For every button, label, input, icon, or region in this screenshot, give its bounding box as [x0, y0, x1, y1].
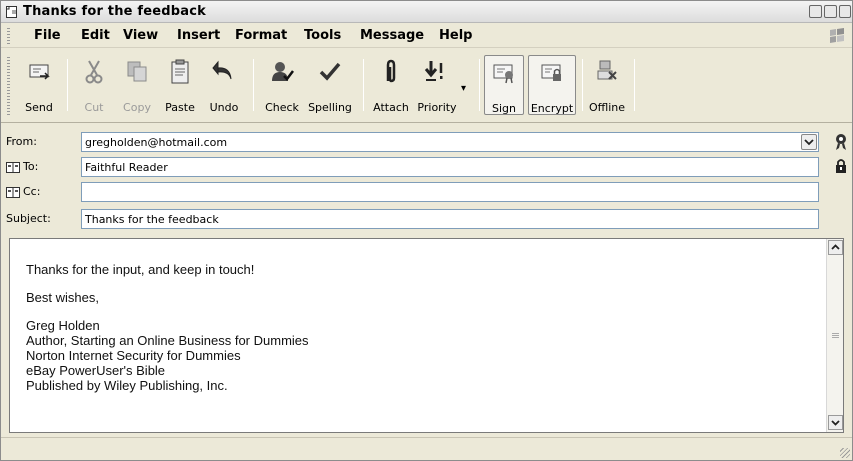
menu-tools[interactable]: Tools: [304, 28, 341, 43]
sign-certificate-icon: [485, 60, 523, 96]
paste-button[interactable]: Paste: [161, 55, 199, 115]
window-title: Thanks for the feedback: [23, 4, 207, 19]
chevron-up-icon: [831, 244, 840, 250]
chevron-down-icon: [804, 139, 814, 146]
body-line: eBay PowerUser's Bible: [26, 363, 166, 378]
maximize-button[interactable]: [824, 5, 837, 18]
resize-grip[interactable]: [840, 448, 850, 458]
menu-insert[interactable]: Insert: [177, 28, 220, 43]
to-row: To: Faithful Reader: [1, 156, 852, 178]
undo-arrow-icon: [205, 59, 243, 95]
offline-button[interactable]: Offline: [586, 55, 628, 115]
menu-view[interactable]: View: [123, 28, 158, 43]
from-label: From:: [6, 135, 37, 148]
close-button[interactable]: [839, 5, 851, 18]
toolbar-separator: [363, 59, 364, 111]
vertical-scrollbar[interactable]: [826, 239, 843, 432]
cc-label-wrap: Cc:: [6, 185, 40, 198]
status-bar: [1, 437, 852, 460]
check-button[interactable]: Check: [261, 55, 303, 115]
scroll-up-button[interactable]: [828, 240, 843, 255]
toolbar-separator: [634, 59, 635, 111]
subject-row: Subject: Thanks for the feedback: [1, 208, 852, 230]
send-icon: [19, 59, 59, 95]
body-line: Best wishes,: [26, 290, 99, 305]
undo-button[interactable]: Undo: [205, 55, 243, 115]
offline-icon: [586, 59, 628, 95]
toolbar-separator: [582, 59, 583, 111]
check-names-icon: [261, 59, 303, 95]
toolbar: Send Cut Copy Paste Undo Check Spelling …: [1, 49, 852, 123]
paperclip-icon: [369, 59, 413, 95]
checkmark-icon: [306, 59, 354, 95]
menu-file[interactable]: File: [34, 28, 61, 43]
menu-help[interactable]: Help: [439, 28, 472, 43]
from-row: From: gregholden@hotmail.com: [1, 131, 852, 153]
to-label[interactable]: To:: [23, 160, 38, 173]
clipboard-icon: [161, 59, 199, 95]
menu-bar: File Edit View Insert Format Tools Messa…: [1, 24, 852, 48]
windows-logo-icon: [826, 26, 848, 46]
body-line: Author, Starting an Online Business for …: [26, 333, 309, 348]
toolbar-separator: [67, 59, 68, 111]
message-icon: [5, 5, 19, 19]
body-line: Greg Holden: [26, 318, 100, 333]
priority-arrow-icon: [414, 59, 460, 95]
scrollbar-grip[interactable]: [832, 333, 839, 338]
message-body-text[interactable]: Thanks for the input, and keep in touch!…: [26, 262, 309, 393]
attach-button[interactable]: Attach: [369, 55, 413, 115]
cc-label[interactable]: Cc:: [23, 185, 40, 198]
compose-window: Thanks for the feedback File Edit View I…: [0, 0, 853, 461]
address-book-icon: [6, 186, 20, 198]
encrypt-button[interactable]: Encrypt: [528, 55, 576, 115]
minimize-button[interactable]: [809, 5, 822, 18]
toolbar-separator: [479, 59, 480, 111]
menu-message[interactable]: Message: [360, 28, 424, 43]
lock-icon[interactable]: [835, 158, 851, 174]
body-line: Thanks for the input, and keep in touch!: [26, 262, 255, 277]
subject-field[interactable]: Thanks for the feedback: [81, 209, 819, 229]
menu-format[interactable]: Format: [235, 28, 287, 43]
encrypt-lock-icon: [529, 60, 575, 96]
from-value: gregholden@hotmail.com: [85, 136, 228, 149]
to-value: Faithful Reader: [85, 161, 168, 174]
body-line: Published by Wiley Publishing, Inc.: [26, 378, 228, 393]
scroll-down-button[interactable]: [828, 415, 843, 430]
address-book-icon: [6, 161, 20, 173]
to-field[interactable]: Faithful Reader: [81, 157, 819, 177]
spelling-button[interactable]: Spelling: [306, 55, 354, 115]
menu-edit[interactable]: Edit: [81, 28, 110, 43]
copy-button[interactable]: Copy: [118, 55, 156, 115]
sign-button[interactable]: Sign: [484, 55, 524, 115]
dropdown-button[interactable]: [801, 134, 817, 150]
cut-button[interactable]: Cut: [76, 55, 112, 115]
message-body-editor[interactable]: Thanks for the input, and keep in touch!…: [9, 238, 844, 433]
subject-label: Subject:: [6, 212, 51, 225]
cc-row: Cc:: [1, 181, 852, 203]
from-select[interactable]: gregholden@hotmail.com: [81, 132, 819, 152]
toolbar-grip[interactable]: [7, 57, 10, 115]
digital-id-ribbon-icon[interactable]: [833, 133, 849, 150]
message-header: From: gregholden@hotmail.com To: Faithfu…: [1, 124, 852, 236]
copy-icon: [118, 59, 156, 95]
send-button[interactable]: Send: [19, 55, 59, 115]
subject-value: Thanks for the feedback: [85, 213, 219, 226]
priority-dropdown-arrow[interactable]: ▾: [461, 83, 466, 94]
cc-field[interactable]: [81, 182, 819, 202]
toolbar-separator: [253, 59, 254, 111]
menu-grip[interactable]: [7, 28, 10, 44]
scissors-icon: [76, 59, 112, 95]
body-line: Norton Internet Security for Dummies: [26, 348, 241, 363]
to-label-wrap: To:: [6, 160, 38, 173]
priority-button[interactable]: Priority: [414, 55, 460, 115]
title-bar[interactable]: Thanks for the feedback: [1, 1, 852, 23]
chevron-down-icon: [831, 420, 840, 426]
